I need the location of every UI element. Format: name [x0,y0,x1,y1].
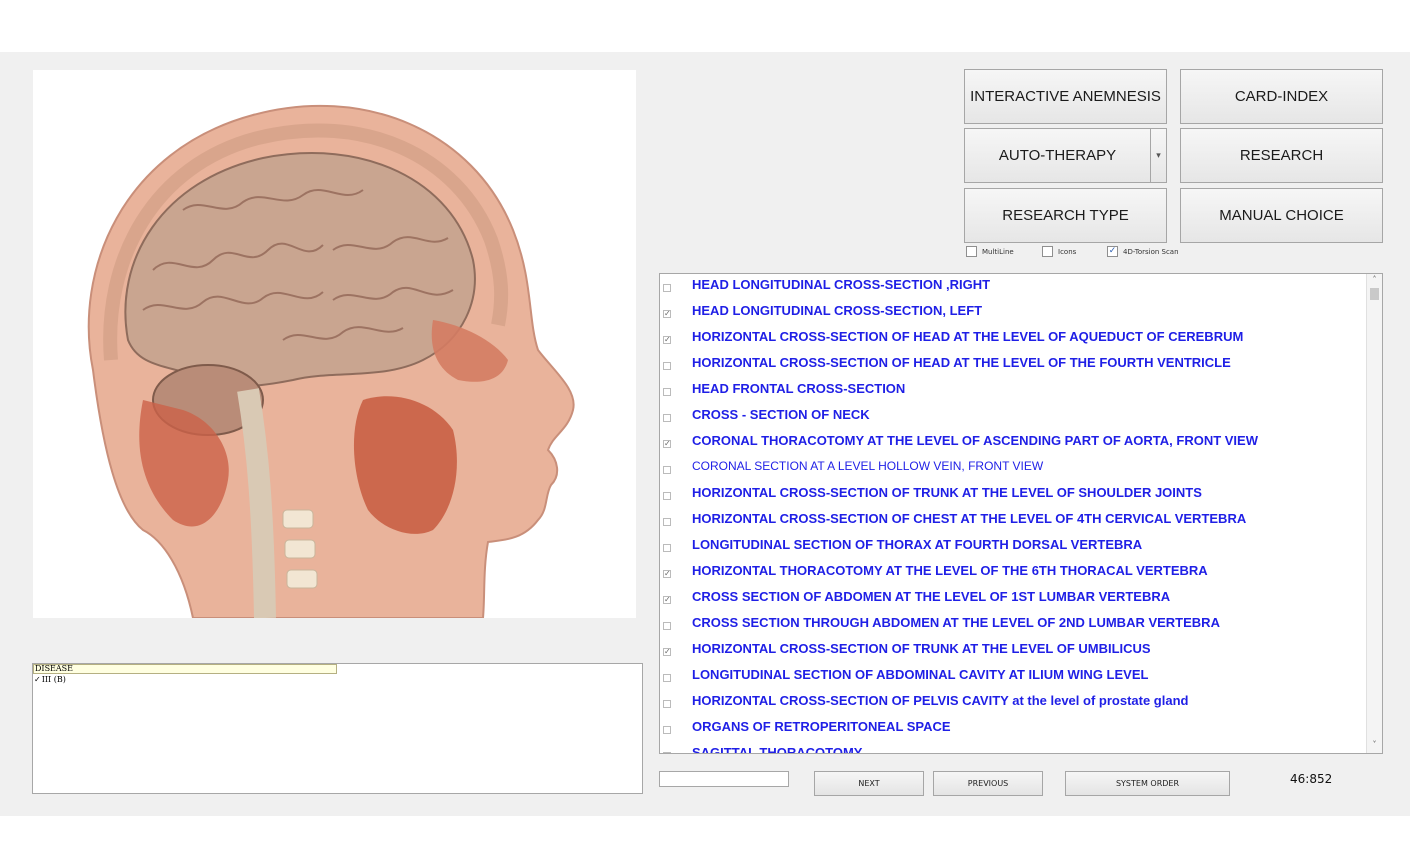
auto-therapy-dropdown-button[interactable]: ▾ [1150,128,1167,183]
list-item-label: CORONAL THORACOTOMY AT THE LEVEL OF ASCE… [692,433,1258,448]
list-item[interactable]: ✓ HORIZONTAL CROSS-SECTION OF TRUNK AT TH… [660,638,1368,664]
list-item-checkbox[interactable] [663,388,671,396]
list-item[interactable]: ✓ HORIZONTAL CROSS-SECTION OF HEAD AT THE… [660,326,1368,352]
list-item-label: HORIZONTAL CROSS-SECTION OF TRUNK AT THE… [692,641,1151,656]
next-button[interactable]: NEXT [814,771,924,796]
list-item-label: CROSS SECTION OF ABDOMEN AT THE LEVEL OF… [692,589,1171,604]
icons-checkbox[interactable] [1042,246,1053,257]
list-item-checkbox[interactable]: ✓ [663,310,671,318]
search-input[interactable] [659,771,789,787]
list-item-label: CORONAL SECTION AT A LEVEL HOLLOW VEIN, … [692,459,1044,473]
disease-item[interactable]: ✓III (B) [34,675,66,684]
check-icon: ✓ [664,647,671,656]
research-button[interactable]: RESEARCH [1180,128,1383,183]
list-item-label: HORIZONTAL CROSS-SECTION OF HEAD AT THE … [692,355,1231,370]
icons-option[interactable]: Icons [1042,246,1076,257]
list-item-label: LONGITUDINAL SECTION OF ABDOMINAL CAVITY… [692,667,1149,682]
list-item-label: CROSS - SECTION OF NECK [692,407,870,422]
list-item-checkbox[interactable]: ✓ [663,336,671,344]
list-item-checkbox[interactable]: ✓ [663,440,671,448]
check-icon: ✓ [664,595,671,604]
scroll-thumb[interactable] [1370,288,1379,300]
list-item[interactable]: LONGITUDINAL SECTION OF ABDOMINAL CAVITY… [660,664,1368,690]
previous-button[interactable]: PREVIOUS [933,771,1043,796]
list-item-checkbox[interactable] [663,414,671,422]
list-item-checkbox[interactable] [663,752,671,753]
torsion-scan-checkbox[interactable]: ✓ [1107,246,1118,257]
list-item[interactable]: ✓ HEAD LONGITUDINAL CROSS-SECTION, LEFT [660,300,1368,326]
list-item-label: SAGITTAL THORACOTOMY [692,745,863,754]
icons-label: Icons [1058,247,1077,256]
list-item-checkbox[interactable] [663,284,671,292]
list-item[interactable]: CROSS SECTION THROUGH ABDOMEN AT THE LEV… [660,612,1368,638]
check-icon: ✓ [664,439,671,448]
list-item-label: HEAD FRONTAL CROSS-SECTION [692,381,906,396]
list-scrollbar[interactable]: ˄ ˅ [1366,274,1382,753]
research-type-button[interactable]: RESEARCH TYPE [964,188,1167,243]
list-item-checkbox[interactable] [663,700,671,708]
list-item[interactable]: HORIZONTAL CROSS-SECTION OF CHEST AT THE… [660,508,1368,534]
multiline-label: MultiLine [982,247,1014,256]
list-item[interactable]: ✓ HORIZONTAL THORACOTOMY AT THE LEVEL OF … [660,560,1368,586]
system-order-button[interactable]: SYSTEM ORDER [1065,771,1230,796]
list-item-label: CROSS SECTION THROUGH ABDOMEN AT THE LEV… [692,615,1220,630]
list-item-checkbox[interactable] [663,362,671,370]
manual-choice-button[interactable]: MANUAL CHOICE [1180,188,1383,243]
list-item[interactable]: ORGANS OF RETROPERITONEAL SPACE [660,716,1368,742]
list-item-checkbox[interactable] [663,466,671,474]
list-item-checkbox[interactable]: ✓ [663,570,671,578]
main-window: DISEASE ✓III (B) INTERACTIVE ANEMNESIS C… [0,52,1410,816]
check-icon: ✓ [1108,246,1117,256]
list-item-label: HORIZONTAL CROSS-SECTION OF TRUNK AT THE… [692,485,1202,500]
disease-tree[interactable]: DISEASE ✓III (B) [32,663,643,794]
chevron-down-icon[interactable]: ˅ [1367,740,1382,752]
list-item-checkbox[interactable]: ✓ [663,648,671,656]
list-item-checkbox[interactable] [663,544,671,552]
check-icon: ✓ [664,309,671,318]
disease-item-label: III (B) [41,675,66,684]
list-item[interactable]: HORIZONTAL CROSS-SECTION OF PELVIS CAVIT… [660,690,1368,716]
list-item[interactable]: ✓ CORONAL THORACOTOMY AT THE LEVEL OF ASC… [660,430,1368,456]
list-item[interactable]: HORIZONTAL CROSS-SECTION OF TRUNK AT THE… [660,482,1368,508]
list-item[interactable]: ✓ CROSS SECTION OF ABDOMEN AT THE LEVEL O… [660,586,1368,612]
list-item-label: LONGITUDINAL SECTION OF THORAX AT FOURTH… [692,537,1143,552]
list-item-checkbox[interactable] [663,726,671,734]
list-item-label: HEAD LONGITUDINAL CROSS-SECTION ,RIGHT [692,277,991,292]
chevron-up-icon[interactable]: ˄ [1367,275,1382,287]
torsion-scan-label: 4D-Torsion Scan [1123,247,1179,256]
interactive-anemnesis-button[interactable]: INTERACTIVE ANEMNESIS [964,69,1167,124]
list-item[interactable]: CROSS - SECTION OF NECK [660,404,1368,430]
disease-header: DISEASE [33,664,337,674]
list-item-label: HORIZONTAL CROSS-SECTION OF PELVIS CAVIT… [692,693,1189,708]
list-item[interactable]: LONGITUDINAL SECTION OF THORAX AT FOURTH… [660,534,1368,560]
list-item-checkbox[interactable] [663,674,671,682]
list-item[interactable]: HEAD LONGITUDINAL CROSS-SECTION ,RIGHT [660,274,1368,300]
list-item[interactable]: CORONAL SECTION AT A LEVEL HOLLOW VEIN, … [660,456,1368,482]
chevron-down-icon: ▾ [1156,150,1161,160]
list-item[interactable]: HORIZONTAL CROSS-SECTION OF HEAD AT THE … [660,352,1368,378]
card-index-button[interactable]: CARD-INDEX [1180,69,1383,124]
check-icon: ✓ [664,335,671,344]
check-icon[interactable]: ✓ [34,675,41,684]
torsion-scan-option[interactable]: ✓ 4D-Torsion Scan [1107,246,1179,257]
multiline-option[interactable]: MultiLine [966,246,1014,257]
list-item[interactable]: SAGITTAL THORACOTOMY [660,742,1368,754]
auto-therapy-button[interactable]: AUTO-THERAPY [964,128,1150,183]
list-item-checkbox[interactable] [663,518,671,526]
head-cross-section-illustration [87,104,575,618]
list-item-label: ORGANS OF RETROPERITONEAL SPACE [692,719,951,734]
list-item-checkbox[interactable]: ✓ [663,596,671,604]
list-item-label: HORIZONTAL CROSS-SECTION OF CHEST AT THE… [692,511,1247,526]
check-icon: ✓ [664,569,671,578]
item-counter: 46:852 [1290,772,1333,786]
list-item-label: HORIZONTAL CROSS-SECTION OF HEAD AT THE … [692,329,1244,344]
list-item-checkbox[interactable] [663,492,671,500]
list-item-checkbox[interactable] [663,622,671,630]
list-item[interactable]: HEAD FRONTAL CROSS-SECTION [660,378,1368,404]
anatomy-image [33,70,636,618]
research-list[interactable]: HEAD LONGITUDINAL CROSS-SECTION ,RIGHT ✓ H… [659,273,1383,754]
list-item-label: HEAD LONGITUDINAL CROSS-SECTION, LEFT [692,303,983,318]
list-item-label: HORIZONTAL THORACOTOMY AT THE LEVEL OF T… [692,563,1208,578]
multiline-checkbox[interactable] [966,246,977,257]
